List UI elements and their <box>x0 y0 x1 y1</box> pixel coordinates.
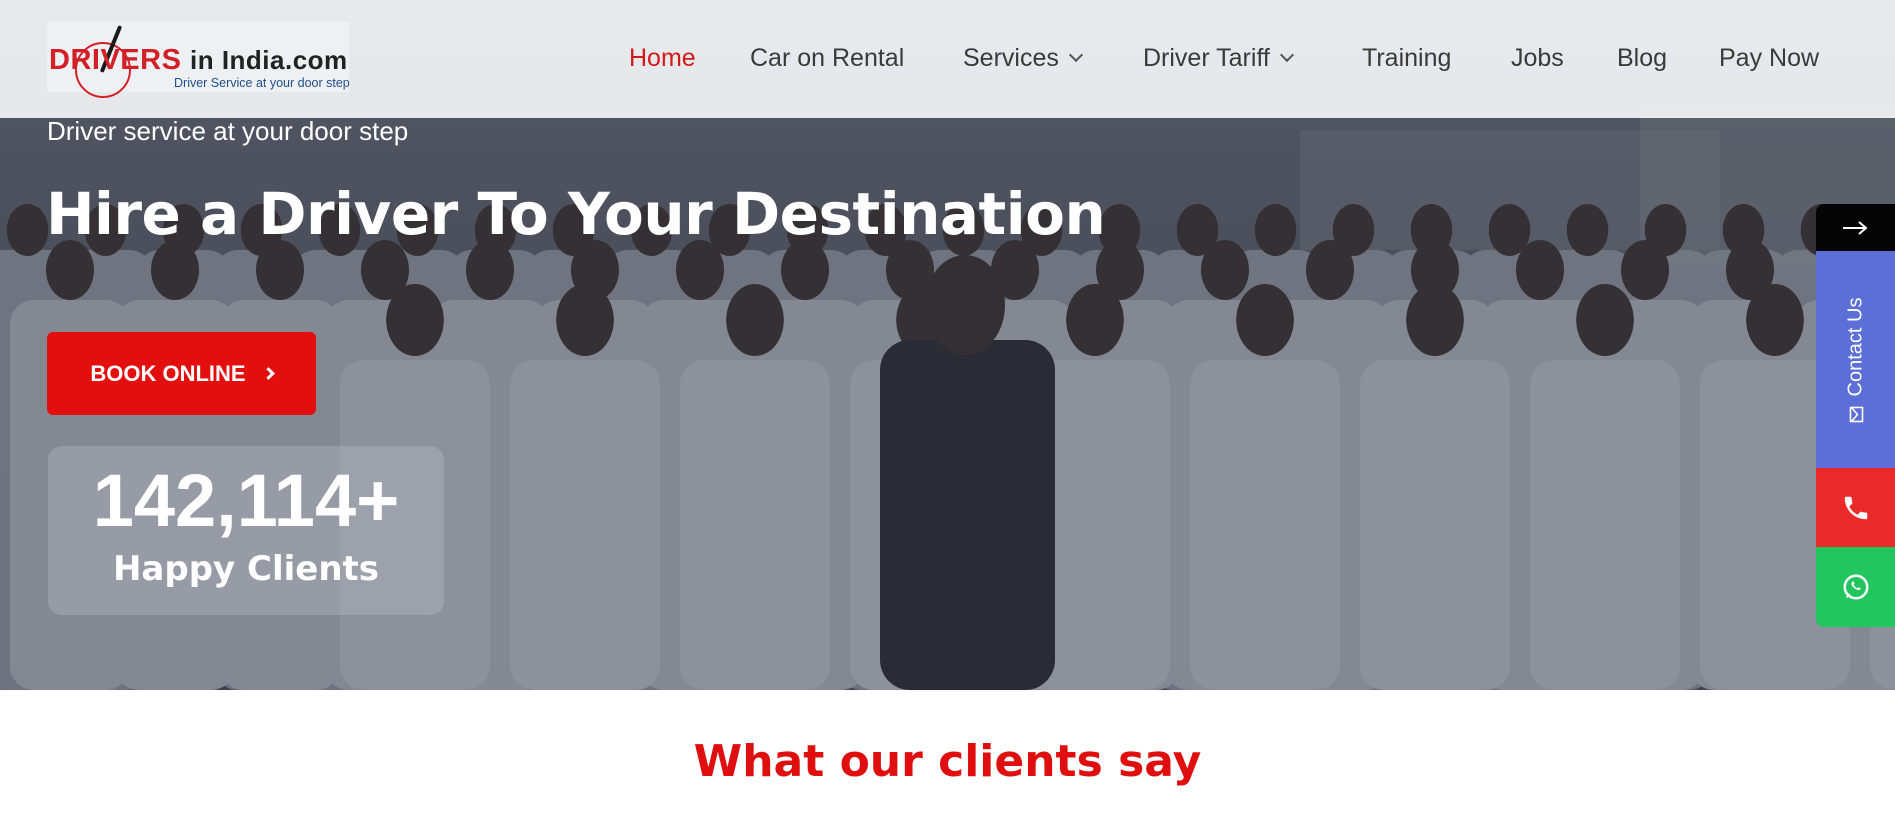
main-nav: Home Car on Rental Services Driver Tarif… <box>0 0 1895 118</box>
arrow-right-icon[interactable] <box>1816 204 1895 251</box>
phone-icon <box>1844 496 1867 519</box>
nav-training[interactable]: Training <box>1362 42 1451 74</box>
nav-services[interactable]: Services <box>963 42 1083 74</box>
hero-headline: Hire a Driver To Your Destination <box>46 180 1106 248</box>
whatsapp-button[interactable] <box>1816 547 1895 627</box>
chevron-right-icon <box>261 367 275 380</box>
nav-blog[interactable]: Blog <box>1617 42 1667 74</box>
nav-home[interactable]: Home <box>629 42 696 74</box>
nav-pay-now[interactable]: Pay Now <box>1719 42 1819 74</box>
stat-value: 142,114+ <box>92 459 400 542</box>
nav-pay-now-label: Pay Now <box>1719 43 1820 72</box>
nav-car-on-rental[interactable]: Car on Rental <box>750 42 904 74</box>
hero-tagline: Driver service at your door step <box>47 116 409 146</box>
phone-button[interactable] <box>1816 468 1895 547</box>
stat-label: Happy Clients <box>112 549 380 589</box>
nav-blog-label: Blog <box>1617 43 1668 72</box>
chevron-down-icon <box>1279 47 1294 63</box>
nav-training-label: Training <box>1362 43 1452 72</box>
testimonials-title: What our clients say <box>693 736 1202 787</box>
nav-driver-tariff-label: Driver Tariff <box>1143 43 1270 72</box>
nav-jobs-label: Jobs <box>1511 43 1564 72</box>
site-header: DRIVERS in India.com Driver Service at y… <box>0 0 1895 118</box>
contact-us-tab[interactable]: Contact Us <box>1816 251 1895 468</box>
contact-us-label: Contact Us <box>1844 297 1866 396</box>
nav-services-label: Services <box>963 43 1059 72</box>
happy-clients-stat: 142,114+ Happy Clients <box>48 446 444 615</box>
envelope-icon <box>1848 406 1863 422</box>
nav-jobs[interactable]: Jobs <box>1511 42 1564 74</box>
nav-car-on-rental-label: Car on Rental <box>750 43 905 72</box>
side-contact-widget: Contact Us <box>1816 204 1895 627</box>
nav-home-label: Home <box>629 43 696 72</box>
whatsapp-icon <box>1843 574 1868 600</box>
book-online-button[interactable]: BOOK ONLINE <box>47 332 316 415</box>
chevron-down-icon <box>1068 47 1083 63</box>
book-online-label: BOOK ONLINE <box>90 360 246 386</box>
nav-driver-tariff[interactable]: Driver Tariff <box>1143 42 1294 74</box>
